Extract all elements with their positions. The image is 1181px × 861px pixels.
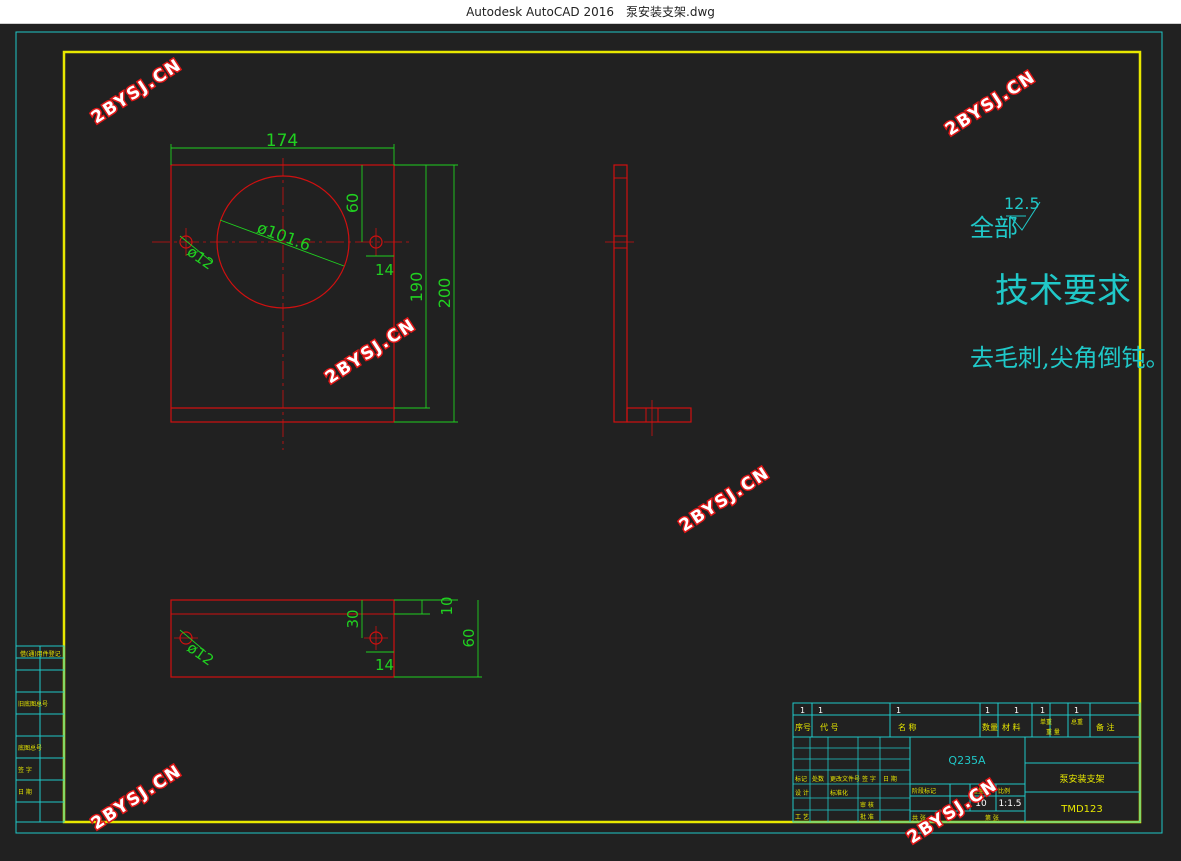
tb-hdr-7: 总重	[1071, 718, 1083, 726]
drawing-canvas[interactable]: 174 60 ø101.6 ø12 14 190 200 30 10 60 ø1…	[0, 23, 1181, 857]
window-titlebar: Autodesk AutoCAD 2016 泵安装支架.dwg	[0, 0, 1181, 24]
tb-hdr-5: 材 料	[1002, 722, 1021, 732]
side-cell-5: 日 期	[18, 788, 32, 796]
tb-hdr-2: 代 号	[820, 722, 839, 732]
watermark-3: 2BYSJ.CN	[322, 315, 420, 388]
tb-num-1: 1	[800, 706, 805, 715]
dim-14b-text: 14	[375, 656, 394, 674]
dim-14-text: 14	[375, 261, 394, 279]
dim-60-text: 60	[343, 193, 362, 213]
tb-row-5: 日 期	[883, 775, 897, 783]
tb-row-10: 批 准	[860, 813, 874, 821]
outer-border	[15, 31, 1163, 834]
side-cell-1: 借(通)用件登记	[20, 650, 61, 658]
tb-row-6: 设 计	[795, 789, 809, 797]
watermark-6: 2BYSJ.CN	[904, 775, 1002, 848]
tb-hdr-8: 备 注	[1096, 722, 1115, 732]
dim-190-text: 190	[407, 272, 426, 303]
notes-heading: 技术要求	[995, 271, 1131, 311]
dim-30-text: 30	[344, 609, 362, 628]
tb-num-5: 1	[1014, 706, 1019, 715]
watermark-2: 2BYSJ.CN	[942, 67, 1040, 140]
tb-row-1: 标记	[795, 775, 807, 783]
tb-num-6: 1	[1040, 706, 1045, 715]
side-cell-2: 旧底图总号	[18, 700, 48, 708]
side-horizontal-leg	[626, 407, 692, 423]
side-vertical-leg	[613, 164, 628, 423]
tb-hdr-weight: 重 量	[1046, 728, 1060, 736]
tb-hdr-3: 名 称	[898, 722, 917, 732]
tb-num-2: 1	[818, 706, 823, 715]
app-title: Autodesk AutoCAD 2016	[466, 4, 615, 19]
roughness-label: 全部	[970, 214, 1018, 242]
dim-10-text: 10	[438, 596, 456, 615]
side-cell-3: 底图总号	[18, 744, 42, 752]
notes-line-1: 去毛刺,尖角倒钝。	[970, 344, 1170, 372]
bottom-view[interactable]: 30 10 60 ø12 14	[170, 596, 482, 678]
tb-row-7: 标准化	[830, 789, 848, 797]
tb-part-name: 泵安装支架	[1059, 773, 1104, 785]
dim-174-text: 174	[266, 131, 298, 151]
file-name: 泵安装支架.dwg	[626, 5, 715, 19]
tb-row-3: 更改文件号	[830, 775, 860, 783]
tb-hdr-6: 单重	[1040, 718, 1052, 726]
side-view[interactable]	[605, 164, 692, 436]
side-cell-4: 签 字	[18, 766, 32, 774]
dim-200-text: 200	[435, 278, 454, 309]
dim-60b-text: 60	[460, 628, 478, 647]
tb-hdr-4: 数量	[982, 722, 998, 732]
tb-row-13: 阶段标记	[912, 787, 936, 795]
front-view[interactable]: 174 60 ø101.6 ø12 14 190 200	[152, 131, 458, 450]
dim-circle-text: ø101.6	[255, 218, 314, 255]
tb-row-2: 处数	[812, 775, 824, 783]
watermark-4: 2BYSJ.CN	[676, 463, 774, 536]
inner-border	[62, 50, 1142, 824]
tb-num-3: 1	[896, 706, 901, 715]
tb-num-4: 1	[985, 706, 990, 715]
tb-row-4: 签 字	[862, 775, 876, 783]
tb-row-9: 工 艺	[795, 813, 809, 821]
tb-material: Q235A	[948, 754, 986, 767]
side-registration-table[interactable]: 借(通)用件登记 旧底图总号 底图总号 签 字 日 期	[15, 645, 65, 823]
tb-num-7: 1	[1074, 706, 1079, 715]
watermark-1: 2BYSJ.CN	[88, 55, 186, 128]
tb-row-8: 审 核	[860, 801, 874, 809]
tb-drawing-no: TMD123	[1060, 804, 1103, 815]
tb-hdr-1: 序号	[795, 722, 811, 732]
tb-row-12: 第 张	[985, 814, 999, 822]
tb-scale: 1:1.5	[998, 799, 1021, 809]
